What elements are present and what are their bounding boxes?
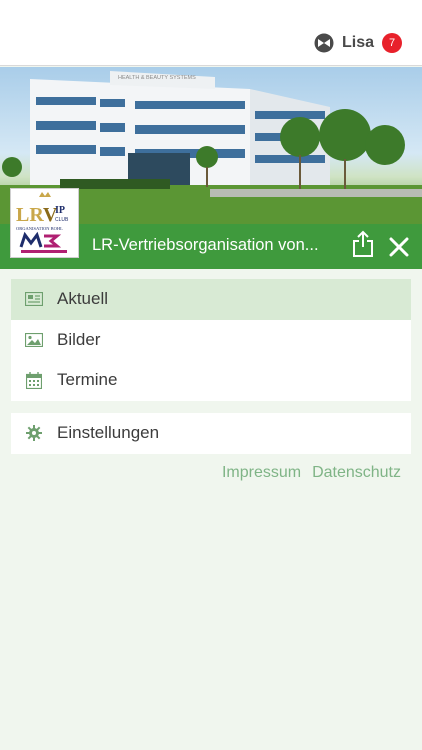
close-icon[interactable] bbox=[388, 236, 410, 258]
settings-menu: Einstellungen bbox=[11, 413, 411, 454]
menu-label-einstellungen: Einstellungen bbox=[57, 423, 160, 443]
svg-text:ORGANISATION BOHL: ORGANISATION BOHL bbox=[16, 226, 63, 231]
svg-text:LR: LR bbox=[16, 204, 44, 226]
user-name[interactable]: Lisa bbox=[342, 34, 374, 52]
photo-sign-text: HEALTH & BEAUTY SYSTEMS bbox=[118, 75, 196, 81]
impressum-link[interactable]: Impressum bbox=[222, 464, 301, 482]
group-title: LR-Vertriebsorganisation von... bbox=[92, 236, 319, 254]
main-menu: Aktuell Bilder Termine bbox=[11, 279, 411, 401]
app-logo-icon bbox=[314, 33, 334, 53]
group-logo: LR V IP CLUB ORGANISATION BOHL bbox=[10, 188, 79, 258]
datenschutz-link[interactable]: Datenschutz bbox=[312, 464, 401, 482]
newspaper-icon bbox=[25, 290, 43, 308]
svg-text:CLUB: CLUB bbox=[55, 217, 69, 223]
gear-icon bbox=[25, 424, 43, 442]
menu-item-bilder[interactable]: Bilder bbox=[11, 320, 411, 361]
lr-vip-club-logo: LR V IP CLUB ORGANISATION BOHL bbox=[11, 189, 78, 257]
image-icon bbox=[25, 331, 43, 349]
svg-text:IP: IP bbox=[55, 205, 65, 216]
user-menu[interactable]: Lisa 7 bbox=[314, 33, 402, 53]
calendar-icon bbox=[25, 371, 43, 389]
top-bar: Lisa 7 bbox=[0, 0, 422, 66]
share-icon[interactable] bbox=[351, 230, 375, 258]
notification-badge[interactable]: 7 bbox=[382, 33, 402, 53]
footer-links: Impressum Datenschutz bbox=[222, 464, 401, 482]
menu-label-aktuell: Aktuell bbox=[57, 289, 109, 309]
menu-item-einstellungen[interactable]: Einstellungen bbox=[11, 413, 411, 454]
menu-label-termine: Termine bbox=[57, 370, 118, 390]
menu-item-termine[interactable]: Termine bbox=[11, 360, 411, 401]
menu-label-bilder: Bilder bbox=[57, 329, 101, 349]
menu-item-aktuell[interactable]: Aktuell bbox=[11, 279, 411, 320]
